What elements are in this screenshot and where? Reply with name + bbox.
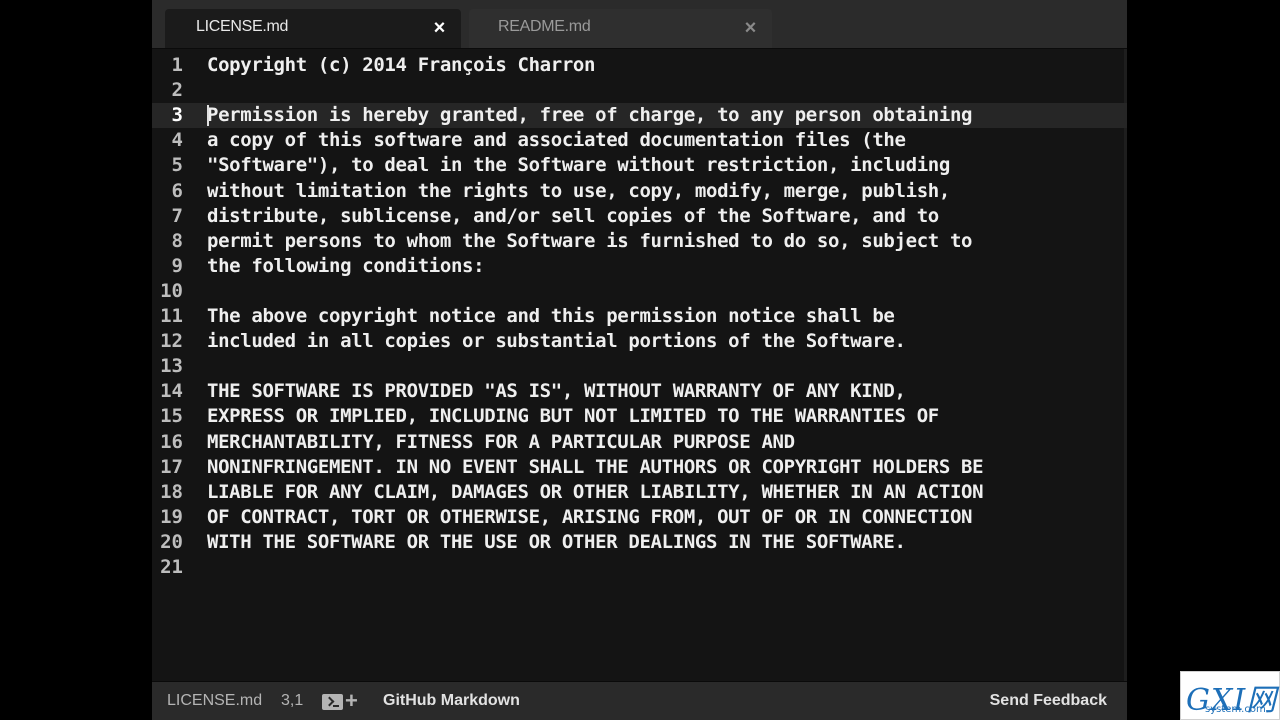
line-text: Permission is hereby granted, free of ch… xyxy=(207,104,973,127)
tab-label: README.md xyxy=(498,18,591,35)
line-number: 6 xyxy=(171,179,183,202)
code-line[interactable]: 2 xyxy=(152,78,1127,103)
line-number: 3 xyxy=(171,104,183,127)
line-number: 18 xyxy=(160,480,183,503)
editor-window: LICENSE.md × README.md × 1 Copyright (c) … xyxy=(152,0,1127,720)
status-cursor-position[interactable]: 3,1 xyxy=(281,692,303,710)
line-text: included in all copies or substantial po… xyxy=(207,330,906,353)
code-line[interactable]: 13 xyxy=(152,354,1127,379)
watermark-logo: GXI网 system.com xyxy=(1180,671,1280,720)
line-number: 8 xyxy=(171,229,183,252)
send-feedback-button[interactable]: Send Feedback xyxy=(990,692,1107,710)
status-file-name[interactable]: LICENSE.md xyxy=(167,692,262,710)
line-text: distribute, sublicense, and/or sell copi… xyxy=(207,204,939,227)
line-text: WITH THE SOFTWARE OR THE USE OR OTHER DE… xyxy=(207,530,906,553)
terminal-icon[interactable] xyxy=(322,694,343,710)
tab-readme[interactable]: README.md × xyxy=(469,9,772,48)
tab-license[interactable]: LICENSE.md × xyxy=(165,9,461,48)
line-text: without limitation the rights to use, co… xyxy=(207,179,950,202)
code-line[interactable]: 9 the following conditions: xyxy=(152,254,1127,279)
text-cursor xyxy=(207,105,209,127)
line-number: 1 xyxy=(171,54,183,76)
code-line[interactable]: 10 xyxy=(152,279,1127,304)
code-line[interactable]: 17 NONINFRINGEMENT. IN NO EVENT SHALL THE… xyxy=(152,455,1127,480)
add-terminal-button[interactable]: + xyxy=(345,688,358,714)
line-text: permit persons to whom the Software is f… xyxy=(207,229,973,252)
grammar-selector[interactable]: GitHub Markdown xyxy=(383,692,520,710)
close-icon[interactable]: × xyxy=(434,17,446,39)
line-text: NONINFRINGEMENT. IN NO EVENT SHALL THE A… xyxy=(207,455,984,478)
code-line[interactable]: 5 "Software"), to deal in the Software wi… xyxy=(152,153,1127,178)
line-number: 20 xyxy=(160,530,183,553)
line-number: 2 xyxy=(171,79,183,102)
line-number: 14 xyxy=(160,380,183,403)
code-line[interactable]: 3 Permission is hereby granted, free of c… xyxy=(152,103,1127,129)
line-number: 16 xyxy=(160,430,183,453)
line-text: "Software"), to deal in the Software wit… xyxy=(207,154,950,177)
line-number: 13 xyxy=(160,355,183,378)
line-number: 10 xyxy=(160,279,183,302)
code-line[interactable]: 18 LIABLE FOR ANY CLAIM, DAMAGES OR OTHER… xyxy=(152,480,1127,505)
line-number: 12 xyxy=(160,330,183,353)
code-line[interactable]: 16 MERCHANTABILITY, FITNESS FOR A PARTICU… xyxy=(152,430,1127,455)
code-line[interactable]: 15 EXPRESS OR IMPLIED, INCLUDING BUT NOT … xyxy=(152,404,1127,429)
text-editor[interactable]: 1 Copyright (c) 2014 François Charron 2 3 Pe… xyxy=(152,49,1127,681)
code-line[interactable]: 21 xyxy=(152,555,1127,580)
close-icon[interactable]: × xyxy=(745,17,757,39)
code-line[interactable]: 20 WITH THE SOFTWARE OR THE USE OR OTHER … xyxy=(152,530,1127,555)
code-line[interactable]: 12 included in all copies or substantial … xyxy=(152,329,1127,354)
line-number: 21 xyxy=(160,556,183,578)
line-number: 19 xyxy=(160,505,183,528)
code-line[interactable]: 8 permit persons to whom the Software is … xyxy=(152,229,1127,254)
line-number: 11 xyxy=(160,305,183,327)
status-bar: LICENSE.md 3,1 + GitHub Markdown Send Fe… xyxy=(152,681,1127,720)
line-text: MERCHANTABILITY, FITNESS FOR A PARTICULA… xyxy=(207,430,795,453)
watermark-subtext: system.com xyxy=(1205,704,1266,715)
line-text: the following conditions: xyxy=(207,254,485,277)
line-text: EXPRESS OR IMPLIED, INCLUDING BUT NOT LI… xyxy=(207,405,939,428)
line-number: 17 xyxy=(160,455,183,478)
line-text: a copy of this software and associated d… xyxy=(207,129,906,152)
code-line[interactable]: 4 a copy of this software and associated … xyxy=(152,128,1127,153)
line-number: 9 xyxy=(171,254,183,277)
background-edge xyxy=(1127,0,1280,720)
line-text: OF CONTRACT, TORT OR OTHERWISE, ARISING … xyxy=(207,505,973,528)
code-line[interactable]: 19 OF CONTRACT, TORT OR OTHERWISE, ARISIN… xyxy=(152,505,1127,530)
code-line[interactable]: 6 without limitation the rights to use, c… xyxy=(152,179,1127,204)
line-number: 7 xyxy=(171,204,183,227)
line-text: LIABLE FOR ANY CLAIM, DAMAGES OR OTHER L… xyxy=(207,480,984,503)
line-text: Copyright (c) 2014 François Charron xyxy=(207,54,596,76)
line-number: 5 xyxy=(171,154,183,177)
tab-label: LICENSE.md xyxy=(196,18,289,35)
line-text: THE SOFTWARE IS PROVIDED "AS IS", WITHOU… xyxy=(207,380,906,403)
code-line[interactable]: 14 THE SOFTWARE IS PROVIDED "AS IS", WITH… xyxy=(152,379,1127,404)
tab-bar: LICENSE.md × README.md × xyxy=(152,0,1127,49)
line-text: The above copyright notice and this perm… xyxy=(207,305,895,327)
code-line[interactable]: 1 Copyright (c) 2014 François Charron xyxy=(152,53,1127,78)
line-number: 4 xyxy=(171,129,183,152)
code-line[interactable]: 11 The above copyright notice and this pe… xyxy=(152,304,1127,329)
line-number: 15 xyxy=(160,405,183,428)
code-line[interactable]: 7 distribute, sublicense, and/or sell cop… xyxy=(152,204,1127,229)
